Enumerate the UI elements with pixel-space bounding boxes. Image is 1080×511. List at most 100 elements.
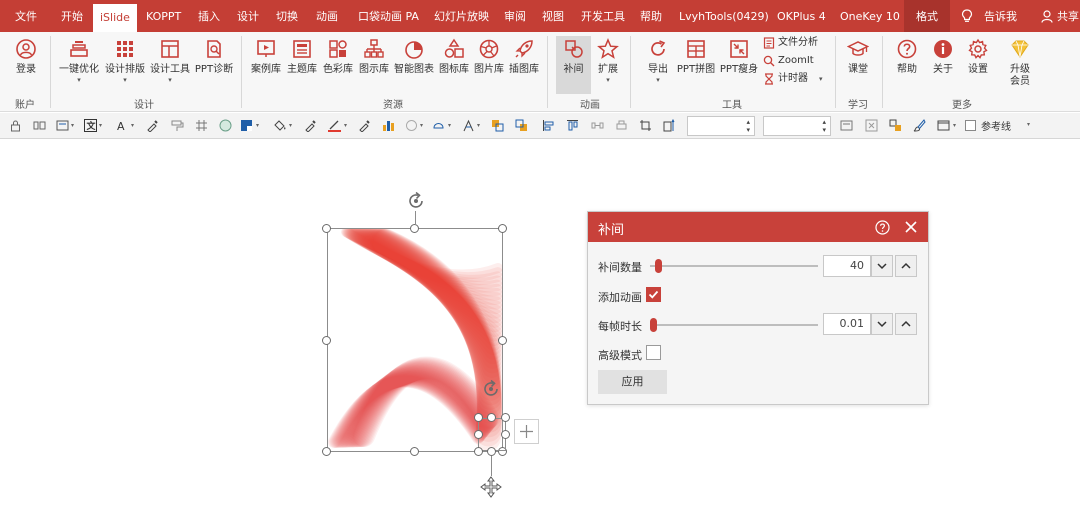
resize-handle-s[interactable] [410, 447, 419, 456]
eyedropper-icon[interactable] [146, 119, 159, 132]
bring-forward-icon[interactable] [491, 119, 504, 132]
resize-handle-sw[interactable] [322, 447, 331, 456]
spin-arrows-icon[interactable]: ▴ ▾ [822, 118, 826, 134]
tween-count-input[interactable]: 40 [823, 255, 871, 277]
chevron-down-icon[interactable]: ▾ [477, 122, 480, 129]
eyedropper-icon[interactable] [358, 119, 371, 132]
diagram-library-button[interactable]: 图示库 [357, 36, 391, 94]
resize-handle-e[interactable] [498, 336, 507, 345]
small-handle-s[interactable] [487, 447, 496, 456]
tab-file[interactable]: 文件 [15, 0, 37, 32]
design-layout-button[interactable]: 设计排版 ▾ [103, 36, 147, 94]
tab-animations[interactable]: 动画 [316, 0, 338, 32]
customize-toolbar-icon[interactable]: ▾ [1027, 121, 1030, 128]
tween-count-increment[interactable] [895, 255, 917, 277]
rotate-handle-icon[interactable] [480, 378, 502, 400]
rotate-handle-icon[interactable] [405, 190, 427, 212]
slide-thumb-icon[interactable] [840, 119, 853, 132]
login-button[interactable]: 登录 [8, 36, 44, 94]
resize-handle-ne[interactable] [498, 224, 507, 233]
height-input[interactable]: ▴ ▾ [687, 116, 755, 136]
align-left-icon[interactable] [542, 119, 555, 132]
tab-koppt[interactable]: KOPPT [146, 0, 181, 32]
apply-button[interactable]: 应用 [598, 370, 667, 394]
close-box-icon[interactable] [865, 119, 878, 132]
tween-count-decrement[interactable] [871, 255, 893, 277]
classroom-button[interactable]: 课堂 [843, 36, 873, 94]
bar-chart-icon[interactable] [382, 119, 395, 132]
tween-count-slider-thumb[interactable] [654, 259, 662, 273]
frame-duration-increment[interactable] [895, 313, 917, 335]
tab-onekey[interactable]: OneKey 10 [840, 0, 900, 32]
frame-duration-slider[interactable] [650, 324, 818, 326]
resize-handle-w[interactable] [322, 336, 331, 345]
theme-library-button[interactable]: 主题库 [285, 36, 319, 94]
width-input[interactable]: ▴ ▾ [763, 116, 831, 136]
case-library-button[interactable]: 案例库 [249, 36, 283, 94]
text-format-icon[interactable]: 文 [84, 119, 97, 132]
small-handle-n[interactable] [487, 413, 496, 422]
extend-button[interactable]: 扩展 ▾ [593, 36, 623, 94]
picture-library-button[interactable]: 图片库 [472, 36, 506, 94]
tab-transitions[interactable]: 切换 [276, 0, 298, 32]
tab-developer[interactable]: 开发工具 [581, 0, 625, 32]
smart-chart-button[interactable]: 智能图表 [392, 36, 436, 94]
chevron-down-icon[interactable]: ▾ [344, 122, 347, 129]
chevron-down-icon[interactable]: ▾ [71, 122, 74, 129]
line-color-icon[interactable] [328, 119, 341, 132]
chevron-down-icon[interactable]: ▾ [420, 122, 423, 129]
tween-button[interactable]: 补间 [556, 36, 591, 94]
about-button[interactable]: 关于 [928, 36, 958, 94]
ppt-diagnose-button[interactable]: PPT诊断 [193, 36, 235, 94]
frame-duration-slider-thumb[interactable] [650, 318, 657, 332]
small-handle-nw[interactable] [474, 413, 483, 422]
one-click-optimize-button[interactable]: 一键优化 ▾ [57, 36, 101, 94]
shape-outline-icon[interactable] [432, 119, 445, 132]
illustration-library-button[interactable]: 插图库 [507, 36, 541, 94]
file-analysis-button[interactable]: 文件分析 [763, 35, 827, 51]
tab-home[interactable]: 开始 [61, 0, 83, 32]
tell-me-search[interactable]: 告诉我 [984, 0, 1017, 32]
send-backward-icon[interactable] [515, 119, 528, 132]
text-direction-icon[interactable] [462, 119, 475, 132]
group-objects-icon[interactable] [33, 119, 46, 132]
close-icon[interactable] [904, 220, 918, 234]
design-tools-button[interactable]: 设计工具 ▾ [148, 36, 192, 94]
export-button[interactable]: 导出 ▾ [641, 36, 675, 94]
resize-handle-nw[interactable] [322, 224, 331, 233]
share-button[interactable]: 共享 [1057, 0, 1079, 32]
small-handle-sw[interactable] [474, 447, 483, 456]
ppt-slim-button[interactable]: PPT瘦身 [718, 36, 760, 94]
color-library-button[interactable]: 色彩库 [321, 36, 355, 94]
tab-format[interactable]: 格式 [904, 0, 950, 32]
zoomit-button[interactable]: ZoomIt [763, 53, 827, 69]
timer-button[interactable]: 计时器 ▾ [763, 71, 827, 87]
brush-icon[interactable] [913, 119, 926, 132]
paint-bucket-icon[interactable] [273, 119, 286, 132]
resize-handle-n[interactable] [410, 224, 419, 233]
distribute-icon[interactable] [591, 119, 604, 132]
help-button[interactable]: 帮助 [892, 36, 922, 94]
tab-design[interactable]: 设计 [237, 0, 259, 32]
tab-lvyhtools[interactable]: LvyhTools(0429) [679, 0, 769, 32]
advanced-mode-checkbox[interactable] [646, 345, 661, 360]
shape-effects-icon[interactable] [405, 119, 418, 132]
tab-okplus[interactable]: OKPlus 4 [777, 0, 826, 32]
grid-snap-icon[interactable] [195, 119, 208, 132]
tab-pocket-animation[interactable]: 口袋动画 PA [358, 0, 419, 32]
small-handle-w[interactable] [474, 430, 483, 439]
settings-button[interactable]: 设置 [963, 36, 993, 94]
spin-arrows-icon[interactable]: ▴ ▾ [746, 118, 750, 134]
chevron-down-icon[interactable]: ▾ [99, 122, 102, 129]
format-painter-icon[interactable] [171, 119, 184, 132]
crop-icon[interactable] [639, 119, 652, 132]
add-animation-checkbox[interactable] [646, 287, 661, 302]
font-color-icon[interactable]: A [116, 119, 129, 132]
add-button[interactable] [514, 419, 539, 444]
small-handle-e[interactable] [501, 430, 510, 439]
ppt-puzzle-button[interactable]: PPT拼图 [676, 36, 716, 94]
window-icon[interactable] [937, 119, 950, 132]
tab-view[interactable]: 视图 [542, 0, 564, 32]
circle-shape-icon[interactable] [219, 119, 232, 132]
frame-duration-decrement[interactable] [871, 313, 893, 335]
